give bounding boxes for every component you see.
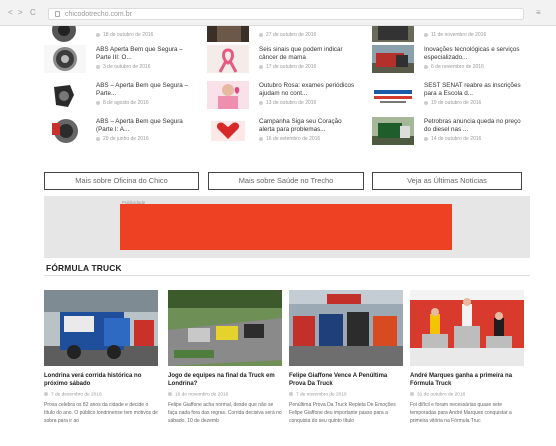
latest-news-button[interactable]: Veja as Últimas Notícias bbox=[372, 172, 522, 190]
article-card[interactable]: André Marques ganha a primeira na Fórmul… bbox=[410, 290, 524, 425]
address-bar[interactable]: chicodotrecho.com.br bbox=[48, 8, 524, 20]
news-date: 11 de novembro de 2016 bbox=[424, 32, 486, 38]
article-excerpt: Foi difícil e foram necessárias quase se… bbox=[410, 401, 512, 424]
news-date: 27 de outubro de 2016 bbox=[259, 32, 316, 38]
more-saude-button[interactable]: Mais sobre Saúde no Trecho bbox=[208, 172, 364, 190]
article-title[interactable]: Felipe Giaffone Vence A Penúltima Prova … bbox=[289, 372, 403, 388]
article-date: 31 de outubro de 2016 bbox=[410, 392, 524, 398]
article-title[interactable]: André Marques ganha a primeira na Fórmul… bbox=[410, 372, 524, 388]
news-date: 6 de novembro de 2016 bbox=[424, 64, 484, 70]
article-image[interactable] bbox=[168, 290, 282, 366]
news-title[interactable]: ABS – Aperta Bem que Segura – Parte... bbox=[96, 82, 194, 98]
thumbnail[interactable] bbox=[44, 26, 86, 42]
news-item[interactable]: 27 de outubro de 2016 bbox=[207, 26, 357, 42]
article-title[interactable]: Londrina verá corrida histórica no próxi… bbox=[44, 372, 158, 388]
news-date: 18 de outubro de 2016 bbox=[96, 32, 153, 38]
news-item[interactable]: Campanha Siga seu Coração alerta para pr… bbox=[207, 114, 357, 150]
browser-menu-icon[interactable]: ≡ bbox=[536, 8, 541, 17]
thumbnail[interactable] bbox=[372, 117, 414, 145]
article-card[interactable]: Londrina verá corrida histórica no próxi… bbox=[44, 290, 158, 425]
thumbnail[interactable] bbox=[207, 117, 249, 145]
thumbnail[interactable] bbox=[44, 117, 86, 145]
back-icon[interactable]: < bbox=[8, 8, 13, 18]
thumbnail[interactable] bbox=[372, 45, 414, 73]
thumbnail[interactable] bbox=[372, 26, 414, 42]
news-date: 3 de outubro de 2016 bbox=[96, 64, 151, 70]
section-divider bbox=[44, 275, 530, 276]
news-item[interactable]: Inovações tecnológicas e serviços especi… bbox=[372, 42, 522, 78]
news-item[interactable]: Seis sinais que podem indicar câncer de … bbox=[207, 42, 357, 78]
news-date: 13 de outubro de 2016 bbox=[259, 100, 316, 106]
article-card[interactable]: Felipe Giaffone Vence A Penúltima Prova … bbox=[289, 290, 403, 425]
news-title[interactable]: Seis sinais que podem indicar câncer de … bbox=[259, 46, 357, 62]
thumbnail[interactable] bbox=[44, 45, 86, 73]
news-item[interactable]: ABS Aperta Bem que Segura – Parte III: O… bbox=[44, 42, 194, 78]
news-item[interactable]: 18 de outubro de 2016 bbox=[44, 26, 194, 42]
article-image[interactable] bbox=[410, 290, 524, 366]
column-oficina: 18 de outubro de 2016 ABS Aperta Bem que… bbox=[44, 26, 194, 150]
forward-icon[interactable]: > bbox=[18, 8, 23, 18]
url-text: chicodotrecho.com.br bbox=[65, 11, 132, 18]
news-date: 19 de outubro de 2016 bbox=[424, 100, 481, 106]
news-date: 14 de outubro de 2016 bbox=[424, 136, 481, 142]
news-item[interactable]: ABS – Aperta Bem que Segura (Parte I: A.… bbox=[44, 114, 194, 150]
article-card[interactable]: Jogo de equipes na final da Truck em Lon… bbox=[168, 290, 282, 425]
section-title: FÓRMULA TRUCK bbox=[46, 263, 122, 273]
news-item[interactable]: SEST SENAT reabre as inscrições para a E… bbox=[372, 78, 522, 114]
thumbnail[interactable] bbox=[44, 81, 86, 109]
reload-icon[interactable]: C bbox=[30, 8, 36, 18]
news-title[interactable]: Campanha Siga seu Coração alerta para pr… bbox=[259, 118, 357, 134]
column-ultimas: 11 de novembro de 2016 Inovações tecnoló… bbox=[372, 26, 522, 150]
browser-toolbar: < > C chicodotrecho.com.br ≡ bbox=[0, 0, 556, 26]
news-item[interactable]: 11 de novembro de 2016 bbox=[372, 26, 522, 42]
news-title[interactable]: Outubro Rosa: exames periódicos ajudam n… bbox=[259, 82, 357, 98]
thumbnail[interactable] bbox=[372, 81, 414, 109]
news-title[interactable]: ABS – Aperta Bem que Segura (Parte I: A.… bbox=[96, 118, 194, 134]
column-saude: 27 de outubro de 2016 Seis sinais que po… bbox=[207, 26, 357, 150]
news-item[interactable]: ABS – Aperta Bem que Segura – Parte... 8… bbox=[44, 78, 194, 114]
news-date: 29 de junho de 2016 bbox=[96, 136, 149, 142]
news-date: 17 de outubro de 2016 bbox=[259, 64, 316, 70]
news-item[interactable]: Petrobras anuncia queda no preço do dies… bbox=[372, 114, 522, 150]
news-title[interactable]: SEST SENAT reabre as inscrições para a E… bbox=[424, 82, 522, 98]
article-date: 16 de novembro de 2016 bbox=[168, 392, 282, 398]
article-date: 7 de novembro de 2016 bbox=[289, 392, 403, 398]
news-date: 8 de agosto de 2016 bbox=[96, 100, 149, 106]
article-date: 7 de dezembro de 2016 bbox=[44, 392, 158, 398]
ad-area: Publicidade bbox=[44, 196, 530, 258]
news-item[interactable]: Outubro Rosa: exames periódicos ajudam n… bbox=[207, 78, 357, 114]
article-excerpt: Prova celebra os 82 anos da cidade e dec… bbox=[44, 401, 158, 424]
news-title[interactable]: ABS Aperta Bem que Segura – Parte III: O… bbox=[96, 46, 194, 62]
ad-banner[interactable] bbox=[120, 204, 452, 250]
lock-icon bbox=[55, 11, 60, 17]
article-image[interactable] bbox=[44, 290, 158, 366]
more-oficina-button[interactable]: Mais sobre Oficina do Chico bbox=[44, 172, 199, 190]
article-excerpt: Felipe Giaffone acha normal, desde que n… bbox=[168, 401, 282, 424]
news-grid: 18 de outubro de 2016 ABS Aperta Bem que… bbox=[44, 26, 524, 166]
thumbnail[interactable] bbox=[207, 26, 249, 42]
article-excerpt: Penúltima Prova Da Truck Repleta De Emoç… bbox=[289, 401, 396, 424]
article-image[interactable] bbox=[289, 290, 403, 366]
news-date: 16 de setembro de 2016 bbox=[259, 136, 320, 142]
thumbnail[interactable] bbox=[207, 45, 249, 73]
news-title[interactable]: Petrobras anuncia queda no preço do dies… bbox=[424, 118, 522, 134]
article-title[interactable]: Jogo de equipes na final da Truck em Lon… bbox=[168, 372, 282, 388]
news-title[interactable]: Inovações tecnológicas e serviços especi… bbox=[424, 46, 522, 62]
thumbnail[interactable] bbox=[207, 81, 249, 109]
